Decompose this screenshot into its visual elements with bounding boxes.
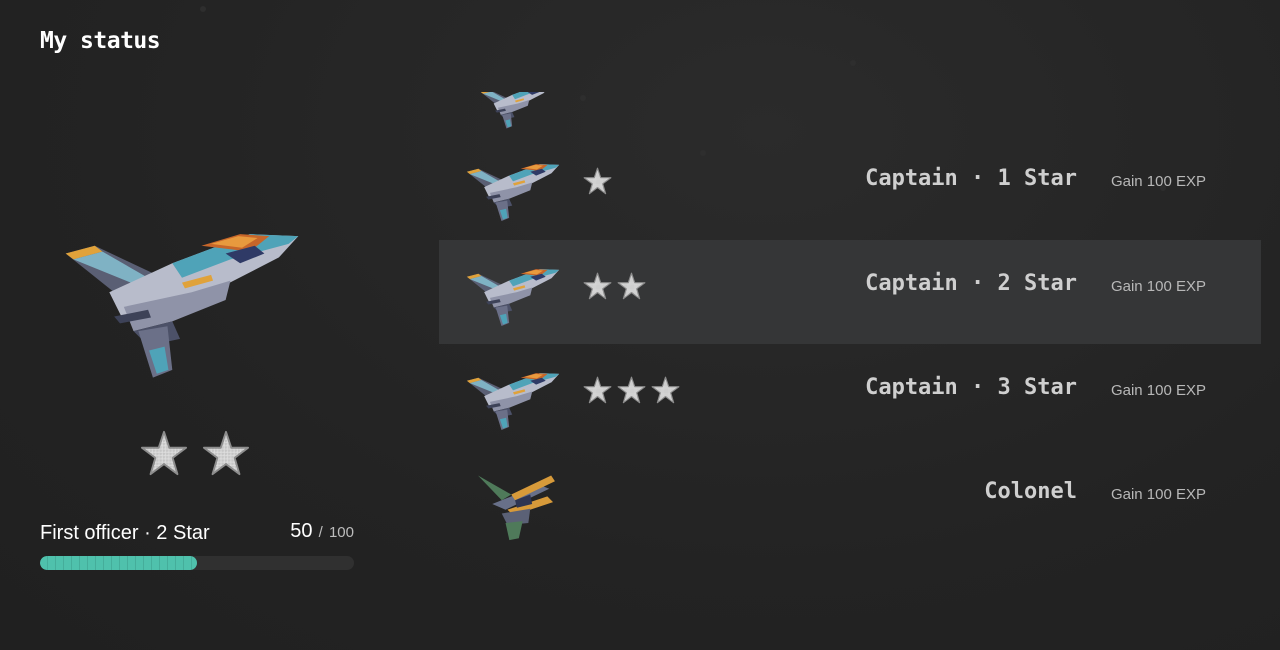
rank-exp-gain: Gain 100 EXP [1110, 278, 1206, 295]
exp-progress-bar [40, 556, 354, 570]
rank-exp-gain: Gain 100 EXP [1110, 173, 1206, 190]
rank-name: Captain · 1 Star [865, 166, 1077, 191]
star-icon [651, 376, 680, 405]
current-rank-stars [140, 430, 250, 478]
rank-row[interactable]: Captain · 1 Star Gain 100 EXP [439, 135, 1261, 239]
fighter-jet-icon [480, 92, 550, 129]
rank-stars [583, 272, 646, 301]
background-speck [850, 60, 856, 66]
star-icon [140, 430, 188, 478]
exp-separator: / [318, 524, 323, 541]
star-icon [583, 272, 612, 301]
rank-row[interactable]: Captain · 3 Star Gain 100 EXP [439, 344, 1261, 448]
interceptor-ship-icon [473, 466, 559, 542]
exp-current: 50 [290, 520, 313, 542]
star-icon [617, 272, 646, 301]
fighter-jet-icon [463, 159, 563, 223]
rank-exp-gain: Gain 100 EXP [1110, 382, 1206, 399]
fighter-jet-icon [56, 222, 308, 382]
rank-exp-gain: Gain 100 EXP [1110, 486, 1206, 503]
page-title: My status [40, 28, 161, 54]
exp-progress-fill [40, 556, 197, 570]
star-icon [617, 376, 646, 405]
star-icon [583, 167, 612, 196]
background-speck [580, 95, 586, 101]
background-speck [200, 6, 206, 12]
current-rank-line: First officer · 2 Star 50 / 100 [40, 520, 354, 550]
rank-stars [583, 376, 680, 405]
exp-readout: 50 / 100 [290, 520, 354, 543]
star-icon [583, 376, 612, 405]
rank-name: Captain · 3 Star [865, 375, 1077, 400]
rank-row[interactable]: Colonel Gain 100 EXP [439, 448, 1261, 552]
exp-max: 100 [328, 524, 354, 541]
game-status-screen: My status First officer · 2 Star 50 / 10… [0, 0, 1280, 650]
rank-stars [583, 167, 612, 196]
rank-name: Captain · 2 Star [865, 271, 1077, 296]
fighter-jet-icon [463, 264, 563, 328]
rank-row[interactable]: Captain · 2 Star Gain 100 EXP [439, 240, 1261, 344]
rank-name: Colonel [984, 479, 1077, 504]
fighter-jet-icon [463, 368, 563, 432]
star-icon [202, 430, 250, 478]
current-rank-name: First officer · 2 Star [40, 522, 210, 544]
